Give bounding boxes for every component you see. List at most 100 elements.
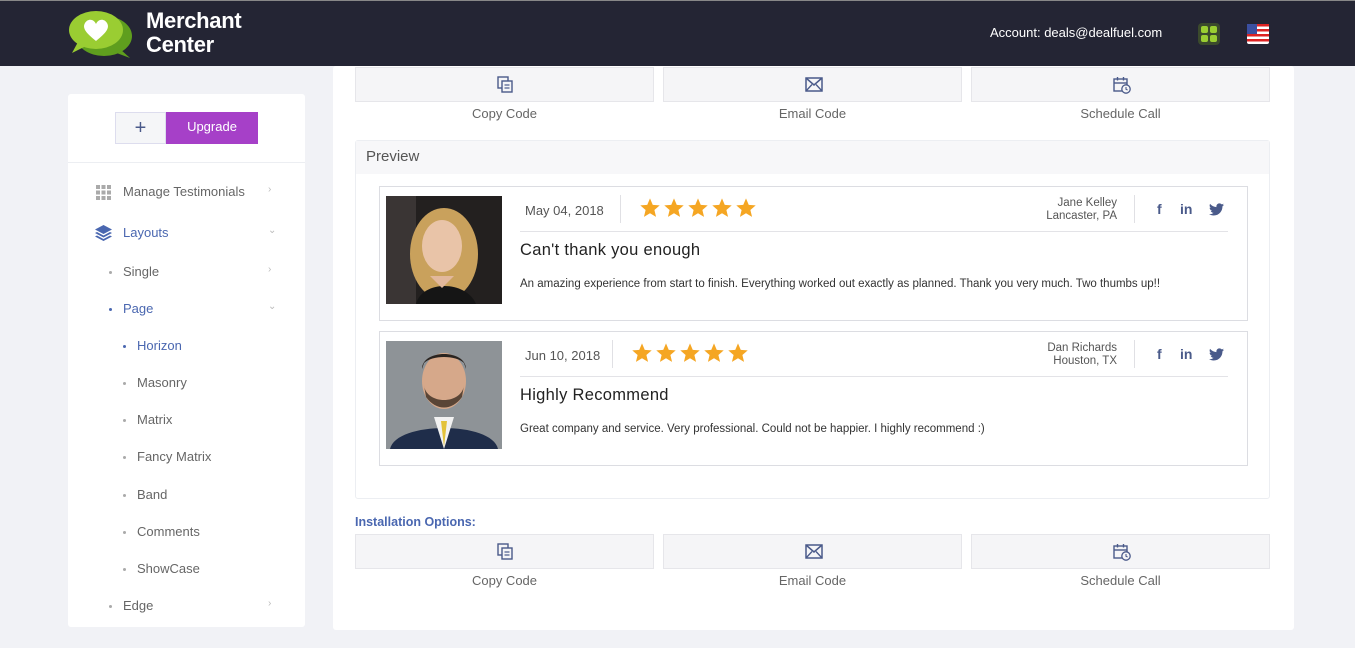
- sidebar-item-edge[interactable]: Edge ›: [68, 596, 305, 616]
- heart-chat-logo-icon[interactable]: [68, 9, 134, 59]
- chevron-right-icon: ›: [268, 598, 272, 609]
- reviewer-info: Dan Richards Houston, TX: [1047, 342, 1117, 368]
- sidebar-item-single[interactable]: Single ›: [68, 262, 305, 282]
- sidebar-item-label: Masonry: [137, 375, 187, 390]
- linkedin-icon[interactable]: in: [1180, 201, 1192, 217]
- reviewer-location: Lancaster, PA: [1046, 210, 1117, 222]
- sidebar-item-label: Horizon: [137, 338, 182, 353]
- sidebar-item-label: Edge: [123, 598, 154, 613]
- star-icon: [688, 198, 708, 217]
- email-code-label: Email Code: [778, 573, 847, 588]
- chevron-right-icon: ›: [268, 184, 272, 195]
- copy-icon: [497, 543, 513, 560]
- sidebar-item-label: Band: [137, 487, 168, 502]
- bullet-icon: [123, 419, 126, 422]
- reviewer-photo: [386, 196, 502, 304]
- testimonial-body: Great company and service. Very professi…: [520, 423, 985, 435]
- star-icon: [664, 198, 684, 217]
- testimonial-title: Can't thank you enough: [520, 241, 701, 259]
- divider: [520, 376, 1228, 377]
- add-button[interactable]: +: [115, 112, 166, 144]
- copy-code-button[interactable]: [355, 534, 654, 569]
- email-icon: [805, 77, 823, 92]
- bullet-icon: [109, 308, 112, 311]
- sidebar-item-matrix[interactable]: Matrix: [68, 410, 305, 430]
- layers-icon: [95, 225, 112, 241]
- chevron-down-icon: ⌄: [268, 225, 277, 236]
- email-code-button[interactable]: [663, 534, 962, 569]
- email-code-label: Email Code: [778, 106, 847, 121]
- sidebar-item-horizon[interactable]: Horizon: [68, 336, 305, 356]
- sidebar-item-band[interactable]: Band: [68, 485, 305, 505]
- star-icon: [656, 343, 676, 362]
- linkedin-icon[interactable]: in: [1180, 346, 1192, 362]
- sidebar-item-manage-testimonials[interactable]: Manage Testimonials ›: [68, 182, 305, 202]
- reviewer-name: Dan Richards: [1047, 342, 1117, 354]
- account-email[interactable]: Account: deals@dealfuel.com: [990, 25, 1162, 40]
- divider: [612, 340, 613, 368]
- bullet-icon: [123, 382, 126, 385]
- sidebar-item-showcase[interactable]: ShowCase: [68, 559, 305, 579]
- brand-line-2: Center: [146, 32, 214, 57]
- brand-name[interactable]: Merchant Center: [146, 8, 242, 57]
- copy-icon: [497, 76, 513, 93]
- chevron-down-icon: ⌄: [268, 301, 277, 312]
- reviewer-name: Jane Kelley: [1057, 197, 1117, 209]
- bullet-icon: [123, 494, 126, 497]
- testimonial-title: Highly Recommend: [520, 386, 669, 404]
- bullet-icon: [109, 271, 112, 274]
- sidebar-item-label: Page: [123, 301, 154, 316]
- us-flag-icon[interactable]: [1247, 24, 1269, 44]
- testimonial-card: Jun 10, 2018 Dan Richards Houston, TX f …: [379, 331, 1248, 466]
- star-icon: [640, 198, 660, 217]
- sidebar: + Upgrade Manage Testimonials › Layouts …: [68, 94, 305, 627]
- email-code-button[interactable]: [663, 67, 962, 102]
- sidebar-item-page[interactable]: Page ⌄: [68, 299, 305, 319]
- sidebar-item-comments[interactable]: Comments: [68, 522, 305, 542]
- sidebar-item-layouts[interactable]: Layouts ⌄: [68, 223, 305, 243]
- email-icon: [805, 544, 823, 559]
- copy-code-label: Copy Code: [471, 106, 538, 121]
- divider: [1134, 340, 1135, 368]
- facebook-icon[interactable]: f: [1157, 201, 1162, 217]
- calendar-clock-icon: [1113, 544, 1131, 561]
- sidebar-item-masonry[interactable]: Masonry: [68, 373, 305, 393]
- preview-header: Preview: [356, 141, 1269, 174]
- sidebar-item-label: Layouts: [123, 225, 169, 240]
- preview-section: Preview May 04, 2018 Jane Kelley Lancast…: [355, 140, 1270, 499]
- main-panel: Copy Code Email Code Schedule Call Previ…: [333, 66, 1294, 630]
- bullet-icon: [123, 456, 126, 459]
- divider: [520, 231, 1228, 232]
- testimonial-date: Jun 10, 2018: [525, 348, 601, 363]
- star-icon: [680, 343, 700, 362]
- bullet-icon: [123, 345, 126, 348]
- sidebar-item-label: Matrix: [137, 412, 173, 427]
- twitter-icon[interactable]: [1209, 348, 1224, 361]
- reviewer-info: Jane Kelley Lancaster, PA: [1046, 197, 1117, 223]
- facebook-icon[interactable]: f: [1157, 346, 1162, 362]
- testimonial-card: May 04, 2018 Jane Kelley Lancaster, PA f…: [379, 186, 1248, 321]
- bullet-icon: [123, 568, 126, 571]
- sidebar-item-label: ShowCase: [137, 561, 200, 576]
- divider: [1134, 195, 1135, 223]
- apps-grid-icon[interactable]: [1198, 23, 1220, 45]
- reviewer-location: Houston, TX: [1053, 355, 1117, 367]
- copy-code-button[interactable]: [355, 67, 654, 102]
- sidebar-item-label: Comments: [137, 524, 200, 539]
- schedule-call-button[interactable]: [971, 534, 1270, 569]
- star-icon: [632, 343, 652, 362]
- twitter-icon[interactable]: [1209, 203, 1224, 216]
- bullet-icon: [109, 605, 112, 608]
- divider: [620, 195, 621, 223]
- star-icon: [712, 198, 732, 217]
- schedule-call-label: Schedule Call: [1080, 573, 1161, 588]
- testimonial-date: May 04, 2018: [525, 203, 604, 218]
- star-rating: [639, 197, 759, 221]
- upgrade-button[interactable]: Upgrade: [166, 112, 258, 144]
- sidebar-item-fancy-matrix[interactable]: Fancy Matrix: [68, 447, 305, 467]
- star-icon: [704, 343, 724, 362]
- schedule-call-button[interactable]: [971, 67, 1270, 102]
- brand-line-1: Merchant: [146, 8, 242, 33]
- sidebar-item-label: Manage Testimonials: [123, 184, 245, 199]
- star-rating: [631, 342, 751, 366]
